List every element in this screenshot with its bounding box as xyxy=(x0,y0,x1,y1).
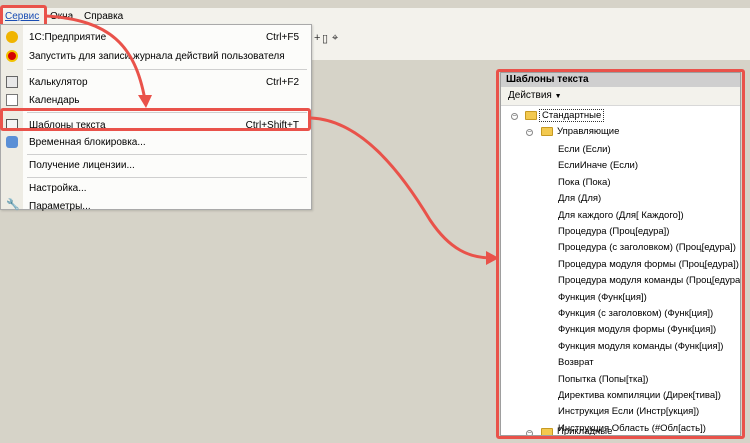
arrow-to-text-templates xyxy=(45,14,147,101)
annotation-arrows xyxy=(45,14,499,265)
arrowhead-icon xyxy=(138,95,152,108)
arrowhead-icon xyxy=(486,251,499,265)
arrow-to-templates-panel xyxy=(310,116,493,260)
